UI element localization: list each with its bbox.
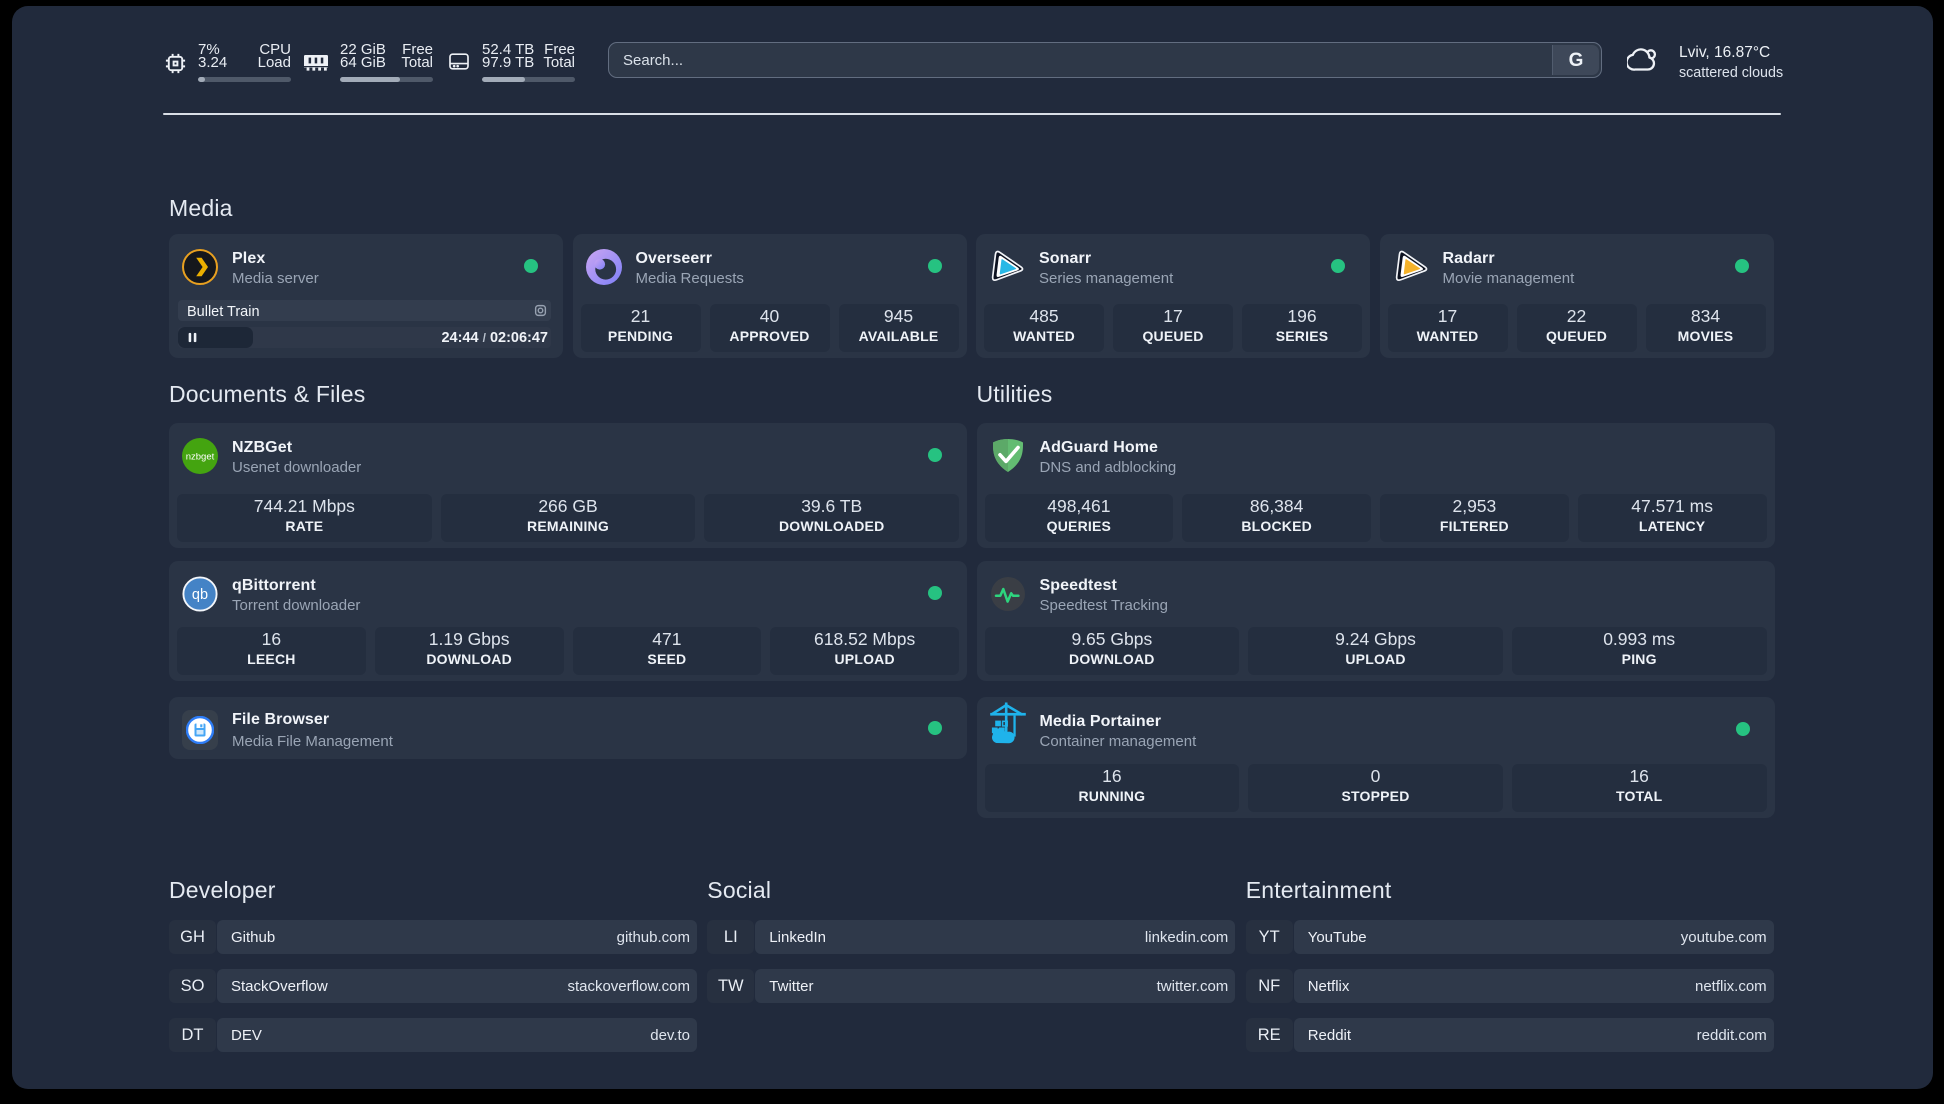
svg-text:nzbget: nzbget bbox=[186, 452, 215, 463]
svg-text:qb: qb bbox=[192, 587, 208, 603]
